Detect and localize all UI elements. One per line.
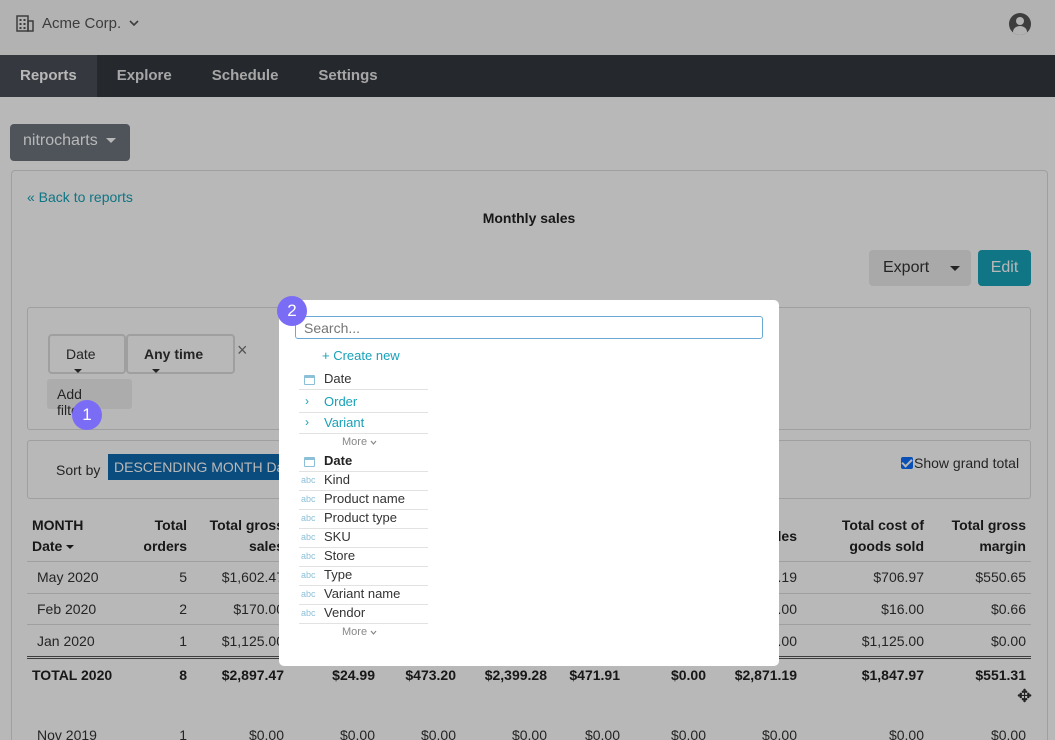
text-type-icon: abc xyxy=(301,589,316,599)
calendar-icon xyxy=(304,457,315,467)
text-type-icon: abc xyxy=(301,570,316,580)
field-item-label: Vendor xyxy=(324,605,366,620)
field-item[interactable]: abc Kind xyxy=(299,472,428,491)
text-type-icon: abc xyxy=(301,513,316,523)
field-group-label: Order xyxy=(324,394,358,409)
field-item[interactable]: abc Vendor xyxy=(299,605,428,624)
field-item-date[interactable]: Date xyxy=(299,371,428,390)
text-type-icon: abc xyxy=(301,532,316,542)
field-item-label: Type xyxy=(324,567,353,582)
field-item[interactable]: abc Variant name xyxy=(299,586,428,605)
calendar-icon xyxy=(304,375,315,385)
field-group-order[interactable]: › Order xyxy=(299,394,428,413)
chevron-down-icon xyxy=(370,440,377,445)
field-item-label: Store xyxy=(324,548,356,563)
more-label: More xyxy=(342,436,368,448)
text-type-icon: abc xyxy=(301,551,316,561)
field-group-label: Variant xyxy=(324,415,365,430)
field-item-label: Product name xyxy=(324,491,405,506)
field-search-input[interactable] xyxy=(295,316,763,339)
field-item-label: Date xyxy=(324,371,352,386)
move-cursor-icon: ✥ xyxy=(1017,686,1033,706)
chevron-down-icon xyxy=(370,630,377,635)
field-item[interactable]: abc Type xyxy=(299,567,428,586)
field-item[interactable]: abc SKU xyxy=(299,529,428,548)
field-item-label: Variant name xyxy=(324,586,401,601)
step-badge: 1 xyxy=(72,400,102,430)
field-item-label: SKU xyxy=(324,529,351,544)
more-label: More xyxy=(342,626,368,638)
section-header-label: Date xyxy=(324,453,353,468)
field-section-date: Date xyxy=(299,453,428,472)
step-badge: 2 xyxy=(277,296,307,326)
field-item-label: Kind xyxy=(324,472,351,487)
create-new-field-link[interactable]: + Create new xyxy=(322,348,400,363)
field-item[interactable]: abc Store xyxy=(299,548,428,567)
more-fields-link[interactable]: More xyxy=(342,436,377,448)
field-group-variant[interactable]: › Variant xyxy=(299,415,428,434)
text-type-icon: abc xyxy=(301,475,316,485)
text-type-icon: abc xyxy=(301,494,316,504)
chevron-right-icon: › xyxy=(305,394,309,408)
more-fields-link[interactable]: More xyxy=(342,626,377,638)
chevron-right-icon: › xyxy=(305,415,309,429)
text-type-icon: abc xyxy=(301,608,316,618)
field-item[interactable]: abc Product type xyxy=(299,510,428,529)
field-item-label: Product type xyxy=(324,510,397,525)
field-item[interactable]: abc Product name xyxy=(299,491,428,510)
